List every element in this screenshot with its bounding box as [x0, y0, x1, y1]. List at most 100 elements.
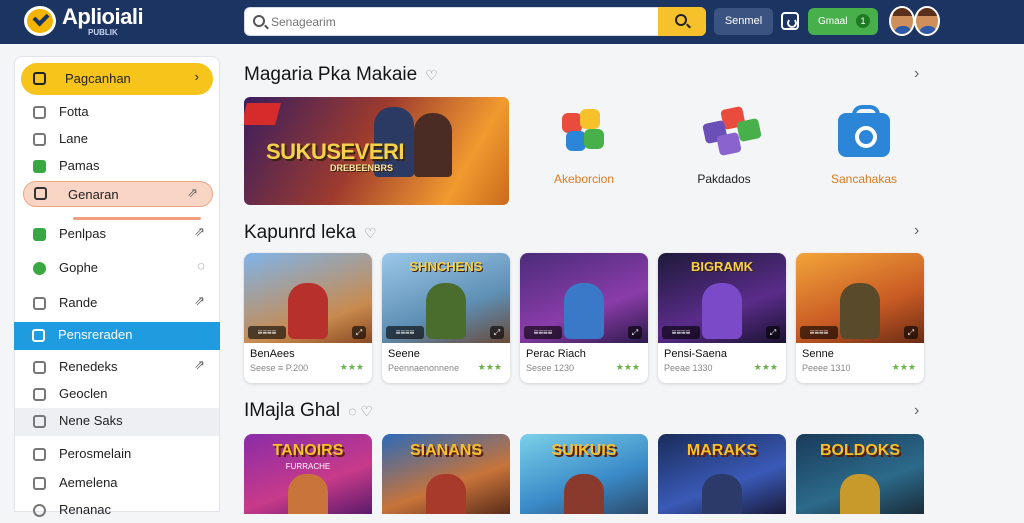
app-tile-label: Pakdados	[697, 172, 751, 186]
sidebar-item-label: Perosmelain	[59, 446, 132, 461]
magnifier-icon	[675, 14, 687, 26]
section-title: Kapunrd leka ♡	[244, 222, 377, 244]
game-card[interactable]: MARAKS	[658, 434, 786, 514]
section-more-arrow[interactable]: ›	[914, 65, 919, 83]
sidebar-item-11[interactable]: Nene Saks	[15, 408, 219, 436]
game-card-art-subtitle: FURRACHE	[285, 462, 331, 471]
game-card-name: BenAees	[250, 348, 295, 360]
game-card[interactable]: SIANANS	[382, 434, 510, 514]
game-card-art: BIGRAMK ≡≡≡≡ ⤢	[658, 253, 786, 343]
expand-icon[interactable]: ⤢	[904, 326, 918, 339]
game-character	[840, 283, 880, 339]
sidebar-item-label: Geoclen	[59, 386, 108, 401]
sidebar-item-14[interactable]: Renanac	[15, 497, 219, 523]
document-icon	[34, 187, 47, 200]
featured-banner[interactable]: SUKUSEVERI DREBEENBRS	[244, 97, 509, 205]
game-card[interactable]: ≡≡≡≡ ⤢ Perac Riach Sesee 1230 ★★★	[520, 253, 648, 383]
game-card-badge: ≡≡≡≡	[248, 326, 286, 339]
heart-icon[interactable]: ◌ ♡	[348, 403, 373, 420]
sidebar-item-label: Pensreraden	[58, 327, 133, 342]
expand-icon[interactable]: ⤢	[766, 326, 780, 339]
heart-icon[interactable]: ♡	[364, 225, 377, 242]
game-card-name: Pensi-Saena	[664, 348, 727, 360]
game-card-art: ≡≡≡≡ ⤢	[796, 253, 924, 343]
sidebar-item-2[interactable]: Lane	[15, 126, 219, 152]
chevron-right-icon: ›	[194, 69, 199, 84]
banner-subtitle: DREBEENBRS	[330, 163, 394, 173]
sidebar-item-10[interactable]: Geoclen	[15, 381, 219, 407]
game-card-badge: ≡≡≡≡	[800, 326, 838, 339]
download-button-label: Gmaal	[818, 16, 848, 27]
top-bar: Aplioiali PUBLIK Senmel Gmaal 1	[0, 0, 1024, 44]
app-tile[interactable]: Sancahakas	[804, 97, 924, 205]
photo-icon	[33, 106, 46, 119]
game-card-name: Perac Riach	[526, 348, 586, 360]
heart-icon[interactable]: ♡	[425, 67, 438, 84]
game-card[interactable]: BIGRAMK ≡≡≡≡ ⤢ Pensi-Saena Peeae 1330 ★★…	[658, 253, 786, 383]
sidebar-item-5[interactable]: Penlpas ⇗	[15, 221, 219, 247]
sidebar-item-9[interactable]: Renedeks ⇗	[15, 354, 219, 380]
rating-stars: ★★★	[339, 362, 364, 372]
section-title: IMajla Ghal ◌ ♡	[244, 400, 373, 422]
app-tile[interactable]: Akeborcion	[524, 97, 644, 205]
section-title-text: Kapunrd leka	[244, 222, 356, 243]
sidebar-item-13[interactable]: Aemelena	[15, 470, 219, 496]
logo-text: Aplioiali	[62, 4, 144, 29]
avatar-secondary[interactable]	[914, 6, 940, 36]
sidebar-item-7[interactable]: Rande ⇗	[15, 290, 219, 316]
game-card[interactable]: SHNCHENS ≡≡≡≡ ⤢ Seene Peennaenonnene ★★★	[382, 253, 510, 383]
game-card-art: ≡≡≡≡ ⤢	[244, 253, 372, 343]
arrow-icon: ⇗	[187, 185, 198, 200]
search-input[interactable]	[271, 11, 651, 33]
game-card[interactable]: SUIKUIS	[520, 434, 648, 514]
sidebar-item-6[interactable]: Gophe ◌	[15, 255, 219, 281]
game-card[interactable]: ≡≡≡≡ ⤢ Senne Peeee 1310 ★★★	[796, 253, 924, 383]
game-character	[564, 474, 604, 514]
game-card-meta: Peeee 1310	[802, 363, 851, 373]
game-card-meta: Seese ≡ P.200	[250, 363, 309, 373]
search-button[interactable]	[658, 7, 706, 36]
game-character	[564, 283, 604, 339]
banner-character	[414, 113, 452, 177]
game-card-badge: ≡≡≡≡	[662, 326, 700, 339]
header-button[interactable]: Senmel	[714, 8, 773, 35]
sidebar-item-label: Gophe	[59, 260, 99, 275]
game-card[interactable]: TANOIRS FURRACHE	[244, 434, 372, 514]
game-card-art-title: SUIKUIS	[551, 442, 617, 459]
sidebar-item-active[interactable]: Pensreraden	[14, 322, 220, 350]
list-icon	[33, 361, 46, 374]
section-title-text: IMajla Ghal	[244, 400, 341, 421]
banner-tag	[244, 103, 281, 125]
sidebar-item-4[interactable]: Genaran ⇗	[23, 181, 213, 207]
game-card-meta: Peennaenonnene	[388, 363, 460, 373]
sidebar-item-12[interactable]: Perosmelain	[15, 441, 219, 467]
section-more-arrow[interactable]: ›	[914, 222, 919, 240]
game-card[interactable]: BOLDOKS	[796, 434, 924, 514]
expand-icon[interactable]: ⤢	[352, 326, 366, 339]
avatar[interactable]	[889, 6, 915, 36]
arrow-icon: ⇗	[194, 357, 205, 372]
puzzle-pieces-icon	[702, 105, 762, 158]
sidebar-item-label: Aemelena	[59, 475, 118, 490]
download-button[interactable]: Gmaal 1	[808, 8, 878, 35]
game-card-badge: ≡≡≡≡	[386, 326, 424, 339]
game-character	[426, 474, 466, 514]
expand-icon[interactable]: ⤢	[490, 326, 504, 339]
game-card-meta: Sesee 1230	[526, 363, 575, 373]
app-tile[interactable]: Pakdados	[664, 97, 784, 205]
section-more-arrow[interactable]: ›	[914, 402, 919, 420]
sidebar-item-label: Pamas	[59, 158, 100, 173]
arrow-icon: ⇗	[194, 224, 205, 239]
refresh-icon[interactable]	[781, 12, 799, 30]
sidebar-item-label: Penlpas	[59, 226, 106, 241]
main-content: Magaria Pka Makaie ♡ › SUKUSEVERI DREBEEN…	[232, 56, 1024, 514]
game-card-art-title: SHNCHENS	[409, 259, 483, 274]
sidebar-item-home[interactable]: Pagcanhan ›	[21, 63, 213, 95]
sidebar-item-3[interactable]: Pamas	[15, 153, 219, 179]
banner-title: SUKUSEVERI	[266, 139, 405, 164]
sidebar-item-1[interactable]: Fotta	[15, 99, 219, 125]
game-card[interactable]: ≡≡≡≡ ⤢ BenAees Seese ≡ P.200 ★★★	[244, 253, 372, 383]
section-title: Magaria Pka Makaie ♡	[244, 64, 438, 86]
app-logo[interactable]: Aplioiali PUBLIK	[24, 4, 174, 40]
expand-icon[interactable]: ⤢	[628, 326, 642, 339]
